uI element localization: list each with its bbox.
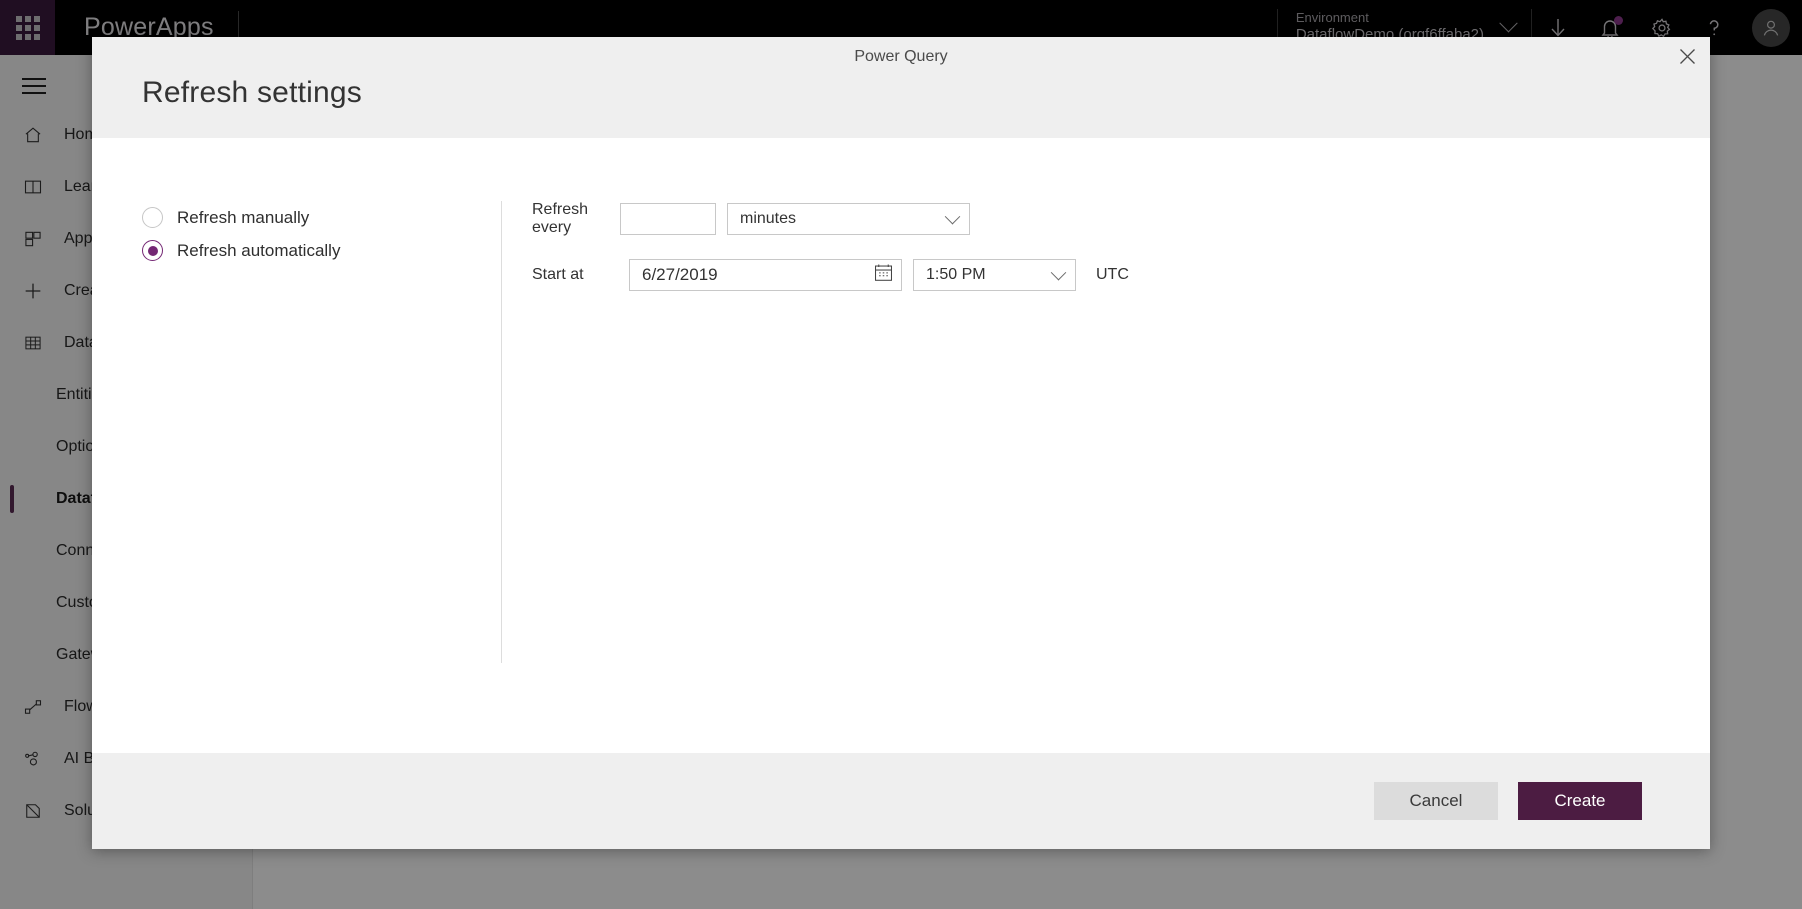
radio-auto-label: Refresh automatically: [177, 240, 341, 260]
close-x-icon[interactable]: [1664, 37, 1710, 76]
refresh-unit-select[interactable]: minutes: [727, 203, 970, 235]
radio-refresh-automatically[interactable]: Refresh automatically: [142, 234, 501, 267]
chevron-down-icon: [1050, 264, 1067, 280]
cancel-button[interactable]: Cancel: [1374, 782, 1498, 820]
radio-manual-label: Refresh manually: [177, 207, 310, 227]
radio-auto-indicator: [142, 240, 163, 261]
refresh-mode-pane: Refresh manually Refresh automatically: [92, 138, 501, 753]
create-button[interactable]: Create: [1518, 782, 1642, 820]
refresh-unit-value: minutes: [740, 210, 797, 227]
dialog-titlebar: Power Query: [92, 37, 1710, 76]
chevron-down-icon: [944, 208, 961, 224]
start-time-value: 1:50 PM: [926, 266, 986, 283]
app-root: HomeLearnAppsCreateDataEntitiesOption se…: [0, 0, 1802, 909]
radio-refresh-manually[interactable]: Refresh manually: [142, 201, 501, 234]
dialog-footer: Cancel Create: [92, 753, 1710, 849]
schedule-pane: Refresh every minutes Start at 6/27/2019: [502, 138, 1710, 753]
refresh-settings-dialog: Power Query Refresh settings Refresh man…: [92, 37, 1710, 849]
refresh-interval-input[interactable]: [620, 203, 716, 235]
timezone-label: UTC: [1096, 266, 1129, 283]
start-time-select[interactable]: 1:50 PM: [913, 259, 1076, 291]
radio-manual-indicator: [142, 207, 163, 228]
start-date-value: 6/27/2019: [642, 265, 718, 284]
dialog-content: Refresh manually Refresh automatically R…: [92, 138, 1710, 753]
refresh-every-row: Refresh every minutes: [532, 201, 1710, 237]
start-date-input[interactable]: 6/27/2019: [629, 259, 902, 291]
refresh-every-label: Refresh every: [532, 201, 589, 236]
start-at-row: Start at 6/27/2019 1:50 PM UTC: [532, 259, 1710, 291]
calendar-icon[interactable]: [874, 263, 893, 287]
dialog-window-title: Power Query: [854, 47, 948, 65]
dialog-header: Refresh settings: [92, 76, 1710, 138]
start-at-label: Start at: [532, 266, 584, 283]
page-title: Refresh settings: [142, 76, 362, 109]
